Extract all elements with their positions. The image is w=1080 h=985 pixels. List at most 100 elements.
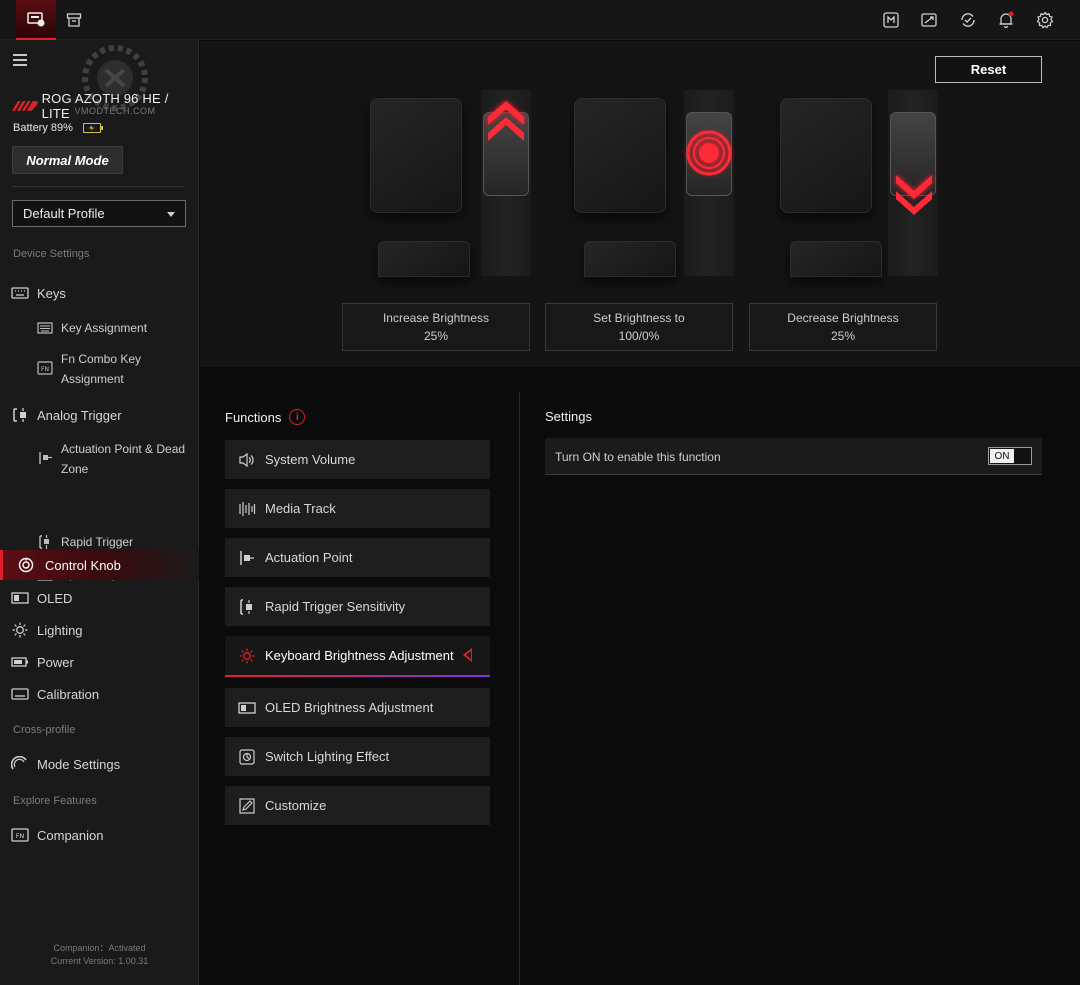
functions-heading: Functions i — [225, 409, 306, 425]
selected-underline — [225, 675, 490, 677]
actuation-icon — [39, 452, 52, 464]
info-box-set: Set Brightness to 100/0% — [545, 303, 733, 351]
svg-text:FN: FN — [16, 832, 25, 840]
info-box-decrease: Decrease Brightness 25% — [749, 303, 937, 351]
sidebar-item-keys[interactable]: Keys — [0, 283, 199, 303]
info-box-increase: Increase Brightness 25% — [342, 303, 530, 351]
sidebar-item-label: Mode Settings — [37, 756, 121, 772]
keycap — [574, 98, 666, 213]
waveform-icon — [239, 501, 256, 516]
enable-toggle[interactable]: ON — [988, 447, 1032, 465]
display-icon[interactable] — [919, 10, 939, 30]
function-keyboard-brightness[interactable]: Keyboard Brightness Adjustment — [225, 636, 490, 677]
function-label: Keyboard Brightness Adjustment — [265, 648, 454, 663]
normal-mode-button[interactable]: Normal Mode — [12, 146, 123, 174]
device-tab[interactable] — [16, 0, 56, 40]
rapid-trigger-icon — [240, 598, 252, 615]
svg-text:FN: FN — [41, 366, 49, 373]
sidebar-item-label: Fn Combo Key — [61, 352, 142, 366]
settings-title: Settings — [545, 409, 592, 424]
reset-button[interactable]: Reset — [935, 56, 1042, 83]
gear-icon[interactable] — [1035, 10, 1055, 30]
sidebar-item-companion[interactable]: FN Companion — [0, 825, 199, 845]
fn-companion-icon: FN — [11, 828, 29, 842]
sidebar-item-lighting[interactable]: Lighting — [0, 620, 199, 640]
sidebar-item-mode-settings[interactable]: Mode Settings — [0, 754, 199, 774]
sidebar-item-analog-trigger[interactable]: Analog Trigger — [0, 405, 199, 425]
sidebar-item-power[interactable]: Power — [0, 652, 199, 672]
chevron-down-icon — [167, 212, 175, 217]
keyboard-icon — [11, 287, 29, 299]
device-name: ROG AZOTH 96 HE / LITE — [41, 91, 169, 121]
sidebar-item-label: Keys — [37, 285, 66, 301]
tray-icon — [66, 13, 82, 27]
selected-marker-icon — [463, 648, 472, 662]
battery-status: Battery 89% — [13, 122, 103, 134]
function-media-track[interactable]: Media Track — [225, 489, 490, 528]
sync-icon[interactable] — [958, 10, 978, 30]
function-label: Rapid Trigger Sensitivity — [265, 599, 406, 614]
setting-enable-row: Turn ON to enable this function ON — [545, 438, 1042, 475]
function-customize[interactable]: Customize — [225, 786, 490, 825]
device-icon — [27, 12, 45, 27]
keycap — [780, 98, 872, 213]
sun-icon — [239, 648, 255, 663]
toggle-state-label: ON — [990, 449, 1014, 463]
info-box-value: 100/0% — [618, 329, 660, 343]
function-actuation-point[interactable]: Actuation Point — [225, 538, 490, 577]
tray-tab[interactable] — [54, 0, 94, 40]
function-label: Media Track — [265, 501, 336, 516]
sidebar-item-label: Calibration — [37, 686, 100, 702]
sidebar-item-calibration[interactable]: Calibration — [0, 684, 199, 704]
sidebar-item-label: Control Knob — [45, 557, 121, 573]
sidebar-item-label: Rapid Trigger — [61, 534, 134, 549]
hotkey-icon[interactable] — [881, 10, 901, 30]
sidebar-item-label: Analog Trigger — [37, 407, 122, 423]
sidebar-item-label: Power — [37, 654, 74, 670]
function-oled-brightness[interactable]: OLED Brightness Adjustment — [225, 688, 490, 727]
keycap — [584, 241, 676, 277]
version-footer: Companion：Activated Current Version: 1.0… — [0, 942, 199, 968]
function-rapid-trigger-sensitivity[interactable]: Rapid Trigger Sensitivity — [225, 587, 490, 626]
speaker-icon — [239, 452, 254, 467]
info-box-value: 25% — [830, 329, 856, 343]
profile-dropdown-value: Default Profile — [23, 206, 105, 221]
info-icon[interactable]: i — [289, 409, 306, 425]
notification-bell-icon[interactable] — [996, 10, 1016, 30]
edit-icon — [239, 797, 255, 814]
sidebar-item-label: OLED — [37, 590, 73, 606]
function-system-volume[interactable]: System Volume — [225, 440, 490, 479]
sidebar-item-label: Zone — [61, 462, 89, 476]
hamburger-menu-icon[interactable] — [13, 54, 27, 66]
sidebar-item-control-knob[interactable]: Control Knob — [0, 550, 199, 580]
sidebar-item-oled[interactable]: OLED — [0, 588, 199, 608]
info-box-title: Decrease Brightness — [787, 311, 899, 325]
chevrons-up-icon — [488, 101, 524, 141]
battery-icon — [82, 123, 103, 133]
function-label: System Volume — [265, 452, 356, 467]
keyboard-small-icon — [37, 322, 53, 334]
profile-dropdown[interactable]: Default Profile — [12, 200, 186, 227]
sidebar-item-fn-combo[interactable]: FN Fn Combo Key Assignment — [0, 350, 199, 390]
sidebar: VMODTECH.COM ROG AZOTH 96 HE / LITE Batt… — [0, 40, 199, 985]
section-explore-features: Explore Features — [13, 795, 97, 807]
actuation-icon — [240, 550, 254, 565]
sidebar-item-actuation-point[interactable]: Actuation Point & Dead Zone — [0, 440, 199, 480]
oled-icon — [238, 701, 256, 714]
chevrons-down-icon — [896, 175, 932, 215]
functions-title: Functions — [225, 409, 282, 425]
analog-trigger-icon — [13, 408, 26, 422]
sidebar-item-label: Assignment — [61, 372, 124, 386]
divider — [12, 186, 185, 187]
battery-outline-icon — [11, 657, 28, 667]
section-cross-profile: Cross-profile — [13, 724, 76, 736]
sidebar-item-key-assignment[interactable]: Key Assignment — [0, 318, 199, 338]
lighting-effect-icon — [239, 748, 255, 765]
function-switch-lighting-effect[interactable]: Switch Lighting Effect — [225, 737, 490, 776]
top-bar — [0, 0, 1080, 40]
battery-label: Battery 89% — [13, 122, 73, 134]
sidebar-item-rapid-trigger[interactable]: Rapid Trigger — [0, 532, 199, 552]
keycap — [370, 98, 462, 213]
control-knob-icon — [18, 557, 34, 573]
sidebar-item-label: Key Assignment — [61, 320, 148, 335]
